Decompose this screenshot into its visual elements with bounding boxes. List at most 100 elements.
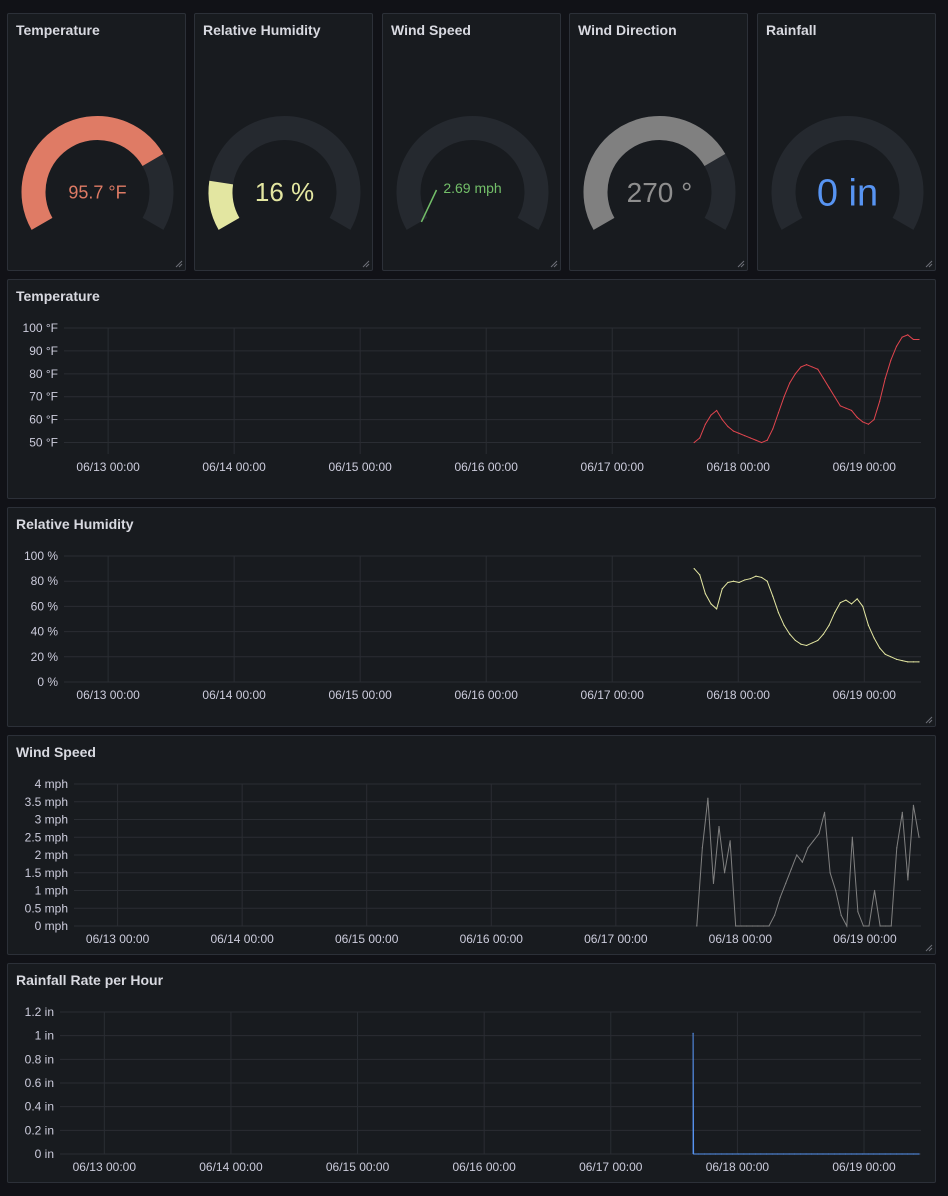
x-tick-label: 06/19 00:00 [832,1160,896,1174]
data-point [701,847,703,849]
data-point [828,386,830,389]
timeseries-panel-wind-speed[interactable]: Wind Speed 0 mph 0.5 mph 1 mph 1.5 mph 2 mph… [7,735,936,955]
resize-handle-icon[interactable] [735,258,745,268]
data-point [805,364,808,366]
gauge-needle [420,189,438,223]
data-point [732,430,735,432]
data-point [851,836,853,838]
gauge-value: 270 ° [627,177,693,208]
data-point [856,416,858,418]
data-point [715,1153,717,1155]
data-point [862,605,864,607]
y-tick-label: 20 % [31,650,59,664]
gauge-panel-rainfall[interactable]: Rainfall 0 in [757,13,936,271]
rainfall-chart: 0 in 0.2 in 0.4 in 0.6 in 0.8 in 1 in 1.2 in 06… [25,1005,921,1174]
data-point [760,1153,762,1155]
data-point [912,661,914,663]
data-point [777,412,780,414]
data-point [873,637,875,639]
timeseries-panel-humidity[interactable]: Relative Humidity 0 % 20 % 40 % 60 % 80 % 100… [7,507,936,727]
data-point [692,1032,694,1034]
temperature-chart: 50 °F 60 °F 70 °F 80 °F 90 °F 100 °F 06/13 00:… [23,321,921,474]
x-tick-label: 06/19 00:00 [833,688,897,702]
y-tick-label: 2.5 mph [25,830,68,844]
gauge-panel-wind-speed[interactable]: Wind Speed 2.69 mph [382,13,561,271]
x-tick-label: 06/18 00:00 [707,460,771,474]
gauge-panel-temperature[interactable]: Temperature 95.7 °F [7,13,186,271]
data-point [811,1153,813,1155]
data-point [879,400,881,402]
data-point [723,872,726,874]
data-point [918,1153,920,1155]
resize-handle-icon[interactable] [360,258,370,268]
data-point [755,439,757,441]
data-point [862,925,865,927]
data-point [856,598,858,600]
data-point [867,423,870,425]
resize-handle-icon[interactable] [923,258,933,268]
data-point [718,826,720,828]
data-point [895,1153,898,1155]
timeseries-panel-temperature[interactable]: Temperature 50 °F 60 °F 70 °F 80 °F 90 °F 100… [7,279,936,499]
data-point [749,578,751,580]
x-tick-label: 06/16 00:00 [454,460,518,474]
data-point [777,612,780,614]
data-point [834,612,836,614]
data-point [823,811,826,813]
data-point [693,568,695,570]
data-point [732,1153,734,1155]
data-point [812,840,815,842]
data-point [884,653,886,655]
data-point [839,405,841,407]
y-tick-label: 3.5 mph [25,795,68,809]
data-point [744,435,746,437]
data-point [850,603,853,605]
data-point [867,624,870,626]
timeseries-panel-rainfall[interactable]: Rainfall Rate per Hour 0 in 0.2 in 0.4 in 0… [7,963,936,1183]
data-point [884,1153,886,1155]
x-tick-label: 06/17 00:00 [579,1160,643,1174]
data-point [867,1153,869,1155]
data-point [735,925,737,927]
data-point [732,580,735,582]
data-point [785,882,787,884]
x-tick-label: 06/15 00:00 [335,932,399,946]
x-tick-label: 06/15 00:00 [328,688,392,702]
data-point [710,414,712,416]
y-tick-label: 0 mph [35,919,68,933]
data-point [754,1153,756,1155]
data-point [907,334,909,336]
data-point [840,914,842,916]
data-point [696,925,698,927]
data-point [721,419,723,421]
x-tick-label: 06/15 00:00 [328,460,392,474]
data-point [779,897,781,899]
x-tick-label: 06/14 00:00 [199,1160,263,1174]
x-tick-label: 06/19 00:00 [833,460,897,474]
gauge-panel-humidity[interactable]: Relative Humidity 16 % [194,13,373,271]
gauge-value: 2.69 mph [443,180,501,196]
data-point [704,423,706,425]
data-point [901,336,903,338]
y-tick-label: 80 % [31,574,59,588]
data-point [788,1153,790,1155]
data-point [890,925,892,927]
data-point [721,588,723,590]
data-point [846,925,848,927]
data-point [839,1153,841,1155]
data-point [765,1153,768,1155]
resize-handle-icon[interactable] [923,942,933,952]
y-tick-label: 100 % [24,549,58,563]
data-point [912,804,915,806]
gauge-panel-wind-direction[interactable]: Wind Direction 270 ° [569,13,748,271]
y-tick-label: 0.8 in [25,1052,54,1066]
data-point [783,624,785,626]
resize-handle-icon[interactable] [923,714,933,724]
resize-handle-icon[interactable] [173,258,183,268]
data-point [890,359,892,361]
resize-handle-icon[interactable] [548,258,558,268]
data-point [738,581,740,584]
data-point [755,575,757,577]
y-tick-label: 0 % [37,675,58,689]
data-point [895,658,898,660]
